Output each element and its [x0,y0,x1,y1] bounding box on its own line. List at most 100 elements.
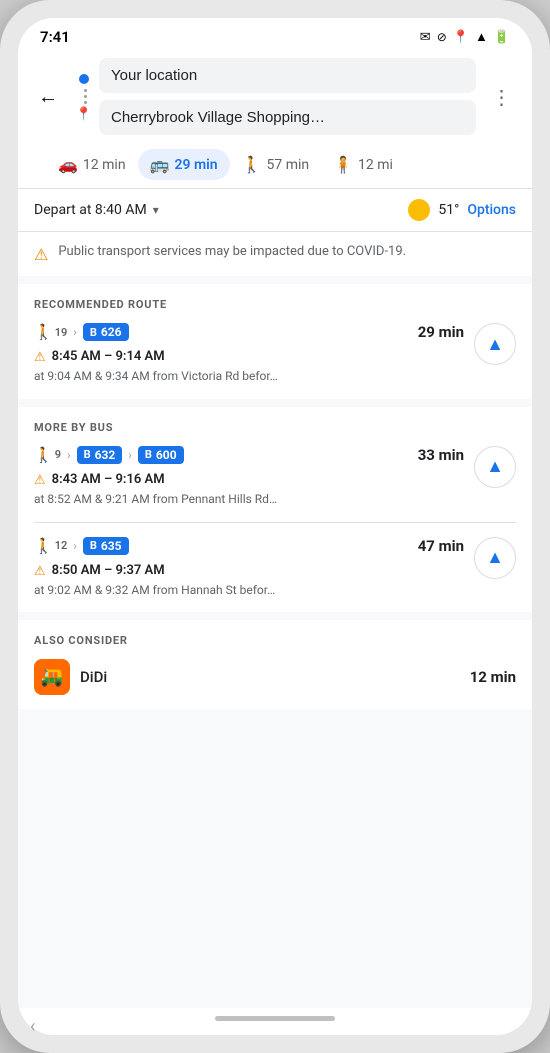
bus-number-600: 600 [156,448,177,462]
recommended-sub-text: at 9:04 AM & 9:34 AM from Victoria Rd be… [34,368,464,385]
more-options-button[interactable]: ⋮ [486,81,518,113]
depart-row: Depart at 8:40 AM ▾ 51° Options [18,189,532,231]
warning-row-632: ⚠ 8:43 AM – 9:16 AM [34,472,464,488]
recommended-route-label: RECOMMENDED ROUTE [34,298,516,311]
route-steps-635: 🚶 12 › B 635 47 min [34,537,464,555]
back-button[interactable]: ← [32,81,64,113]
route-warning-icon-1: ⚠ [34,350,46,365]
bus-letter-635: B [90,539,97,552]
didi-logo-icon: 🛺 [34,659,70,695]
search-inputs [99,58,476,135]
walk-label: 57 min [266,157,309,173]
back-arrow-icon: ← [38,84,58,109]
recommended-route-steps: 🚶 19 › B 626 29 min [34,323,464,341]
navigate-button-1[interactable]: ▲ [474,323,516,365]
recommended-route-card: 🚶 19 › B 626 29 min ⚠ [34,323,516,385]
recommended-route-section: RECOMMENDED ROUTE 🚶 19 › B 626 [18,284,532,399]
walk-minutes-2: 9 [55,448,61,461]
connector-dot-3 [84,101,87,104]
bus-number-632: 632 [95,448,116,462]
tab-drive[interactable]: 🚗 12 min [46,149,138,180]
duration-632: 33 min [418,446,464,464]
bus-badge-626: B 626 [83,323,129,341]
origin-input-box[interactable] [99,58,476,93]
drive-icon: 🚗 [58,155,78,174]
search-row: ← 📍 [32,58,518,135]
navigate-icon-1: ▲ [486,334,504,355]
duration-635: 47 min [418,537,464,555]
route-connector: 📍 [79,74,89,119]
recommended-duration: 29 min [418,323,464,341]
walk-figure-icon-2: 🚶 [34,446,53,464]
route-card-632: 🚶 9 › B 632 › B 600 [34,446,516,508]
navigate-button-632[interactable]: ▲ [474,446,516,488]
battery-icon: 🔋 [494,30,510,45]
home-indicator[interactable] [215,1016,335,1021]
didi-row[interactable]: 🛺 DiDi 12 min [34,659,516,695]
sub-text-635: at 9:02 AM & 9:32 AM from Hannah St befo… [34,582,464,599]
tab-transit[interactable]: 🚌 29 min [138,149,230,180]
walk-figure-icon-3: 🚶 [34,537,53,555]
walk-minutes-3: 12 [55,539,68,552]
route-steps-632: 🚶 9 › B 632 › B 600 [34,446,464,464]
warning-icon-635: ⚠ [34,564,46,579]
options-link[interactable]: Options [467,202,516,218]
navigate-icon-635: ▲ [486,547,504,568]
transit-label: 29 min [174,157,217,173]
navigate-button-635[interactable]: ▲ [474,537,516,579]
bus-number-626: 626 [101,325,122,339]
location-off-icon: ⊘ [437,30,447,44]
temperature: 51° [438,202,459,218]
route-card-635: 🚶 12 › B 635 47 min ⚠ [34,537,516,599]
rideshare-icon: 🧍 [333,155,353,174]
more-by-bus-label: MORE BY BUS [34,421,516,434]
chevron-right-icon-1: › [73,325,77,339]
tab-walk[interactable]: 🚶 57 min [230,149,322,180]
time-range-635: 8:50 AM – 9:37 AM [52,563,165,578]
also-consider-section: ALSO CONSIDER 🛺 DiDi 12 min [18,620,532,709]
scroll-content[interactable]: ⚠ Public transport services may be impac… [18,232,532,1008]
destination-input[interactable] [111,109,464,126]
bus-letter-600: B [145,448,152,461]
didi-left: 🛺 DiDi [34,659,107,695]
warning-row-635: ⚠ 8:50 AM – 9:37 AM [34,563,464,579]
chevron-icon-4: › [73,539,77,553]
tab-rideshare[interactable]: 🧍 12 mi [321,149,405,180]
bottom-bar: ‹ [18,1008,532,1035]
depart-label: Depart at 8:40 AM [34,202,147,218]
weather-section: 51° Options [408,199,516,221]
weather-sun-icon [408,199,430,221]
phone-frame: 7:41 ✉ ⊘ 📍 ▲ 🔋 ← [0,0,550,1053]
destination-input-box[interactable] [99,100,476,135]
three-dots-icon: ⋮ [492,85,513,109]
bus-badge-635: B 635 [83,537,129,555]
status-time: 7:41 [40,28,70,46]
mail-icon: ✉ [420,30,431,45]
walk-icon: 🚶 [242,155,262,174]
origin-input[interactable] [111,67,464,84]
bus-letter-632: B [84,448,91,461]
navigate-icon-632: ▲ [486,456,504,477]
depart-left[interactable]: Depart at 8:40 AM ▾ [34,202,159,218]
wifi-icon: ▲ [475,29,488,45]
destination-dot: 📍 [79,109,89,119]
back-gesture-icon[interactable]: ‹ [30,1016,35,1035]
chevron-icon-3: › [128,448,132,462]
origin-dot [79,74,89,84]
sub-text-632: at 8:52 AM & 9:21 AM from Pennant Hills … [34,491,464,508]
walk-figure-icon: 🚶 [34,323,53,341]
recommended-time-range: 8:45 AM – 9:14 AM [52,349,165,364]
location-pin-icon: 📍 [453,30,469,45]
covid-text: Public transport services may be impacte… [58,244,406,259]
chevron-icon-2: › [67,448,71,462]
status-bar: 7:41 ✉ ⊘ 📍 ▲ 🔋 [18,18,532,52]
warning-icon-632: ⚠ [34,473,46,488]
more-by-bus-section: MORE BY BUS 🚶 9 › B 632 [18,407,532,613]
route-separator-1 [34,522,516,523]
route-info-632: 🚶 9 › B 632 › B 600 [34,446,464,508]
walk-badge-1: 🚶 19 [34,323,67,341]
connector-dots [81,87,88,106]
didi-duration: 12 min [470,668,516,686]
transit-icon: 🚌 [150,155,170,174]
recommended-route-info: 🚶 19 › B 626 29 min ⚠ [34,323,464,385]
